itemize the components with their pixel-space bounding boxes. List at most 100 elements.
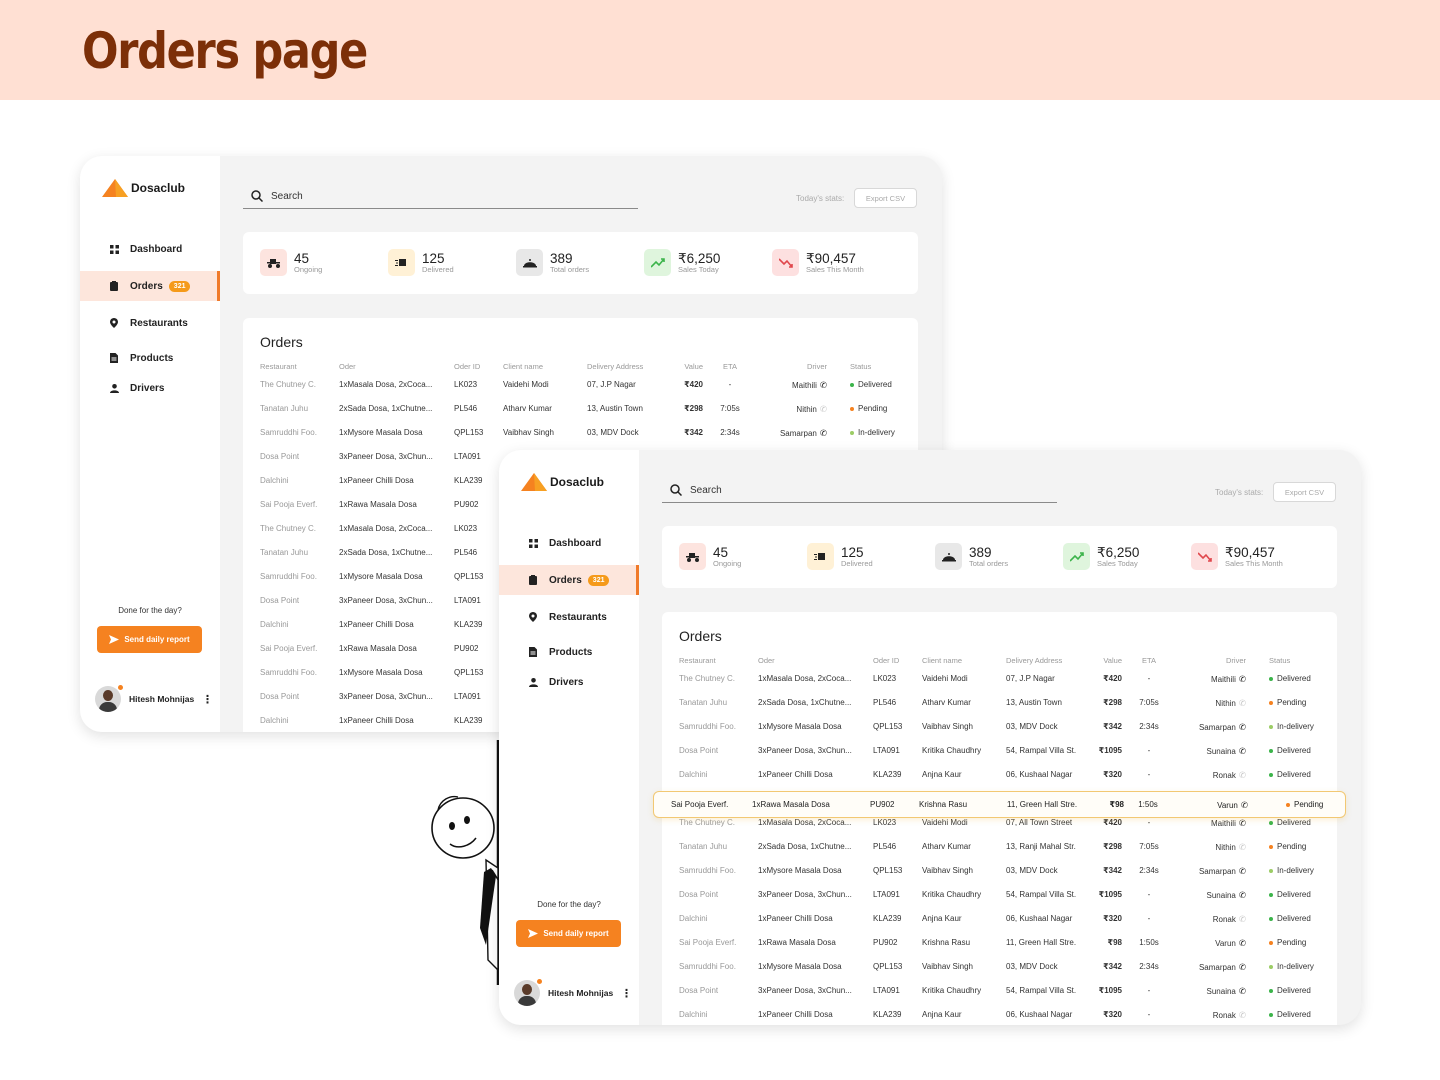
status-dot xyxy=(1269,940,1273,945)
cell-eta: - xyxy=(1147,1010,1151,1019)
search-input[interactable] xyxy=(271,190,571,202)
phone-icon[interactable]: ✆ xyxy=(1239,842,1246,853)
orders-count-badge: 321 xyxy=(587,574,610,586)
send-daily-report-button[interactable]: Send daily report xyxy=(516,920,621,947)
status-dot xyxy=(1286,802,1290,807)
cell-address: 07, J.P Nagar xyxy=(1006,674,1055,683)
cell-driver: Nithin ✆ xyxy=(1188,698,1246,709)
sidebar-item-dashboard[interactable]: Dashboard xyxy=(499,528,639,558)
cell-id: LTA091 xyxy=(454,452,481,461)
brand-logo[interactable]: Dosaclub xyxy=(102,178,185,198)
table-row[interactable]: Tanatan Juhu 2xSada Dosa, 1xChutne... PL54… xyxy=(662,691,1337,715)
phone-icon[interactable]: ✆ xyxy=(1239,1010,1246,1021)
stat-item: 389 Total orders xyxy=(935,543,1008,570)
phone-icon[interactable]: ✆ xyxy=(1239,818,1246,829)
phone-icon[interactable]: ✆ xyxy=(1239,698,1246,709)
cell-id: LTA091 xyxy=(873,746,900,755)
sidebar-nav: Dashboard Orders 321 Restaurants Product… xyxy=(80,232,220,403)
phone-icon[interactable]: ✆ xyxy=(1239,770,1246,781)
table-row[interactable]: Tanatan Juhu 2xSada Dosa, 1xChutne... PL54… xyxy=(662,835,1337,859)
user-profile[interactable]: Hitesh Mohnijas ⋮ xyxy=(514,979,632,1006)
status-label: Pending xyxy=(1277,938,1307,947)
cell-value: ₹320 xyxy=(1103,770,1122,779)
table-row[interactable]: Samruddhi Foo. 1xMysore Masala Dosa QPL153… xyxy=(662,715,1337,739)
phone-icon[interactable]: ✆ xyxy=(1239,890,1246,901)
cell-client: Vaibhav Singh xyxy=(922,962,973,971)
sidebar-item-restaurants[interactable]: Restaurants xyxy=(499,602,639,632)
cell-restaurant: The Chutney C. xyxy=(260,380,317,389)
cell-client: Krishna Rasu xyxy=(919,800,968,809)
status-label: Delivered xyxy=(1277,674,1311,683)
stat-text: ₹90,457 Sales This Month xyxy=(1225,545,1283,567)
status-label: Delivered xyxy=(1277,1010,1311,1019)
brand-name: Dosaclub xyxy=(550,475,605,489)
phone-icon[interactable]: ✆ xyxy=(1239,746,1246,757)
stats-card: 45 Ongoing 125 Delivered 389 Total orders ₹6,2… xyxy=(662,526,1337,588)
table-row[interactable]: Tanatan Juhu 2xSada Dosa, 1xChutne... PL54… xyxy=(243,397,918,421)
highlighted-order-row[interactable]: Sai Pooja Everf. 1xRawa Masala Dosa PU90… xyxy=(653,791,1346,818)
status-label: In-delivery xyxy=(1277,722,1314,731)
brand-logo[interactable]: Dosaclub xyxy=(521,472,604,492)
more-options-icon[interactable]: ⋮ xyxy=(621,987,632,1000)
cell-address: 54, Rampal Villa St. xyxy=(1006,746,1077,755)
driver-name: Samarpan xyxy=(1198,867,1236,876)
table-row[interactable]: Dosa Point 3xPaneer Dosa, 3xChun... LTA091… xyxy=(662,883,1337,907)
column-header: Value xyxy=(684,362,703,371)
sidebar-item-products[interactable]: Products xyxy=(499,637,639,667)
orders-heading: Orders xyxy=(679,628,722,644)
phone-icon[interactable]: ✆ xyxy=(820,380,827,391)
phone-icon[interactable]: ✆ xyxy=(1239,674,1246,685)
sidebar-nav: Dashboard Orders 321 Restaurants Product… xyxy=(499,526,639,697)
table-row[interactable]: Samruddhi Foo. 1xMysore Masala Dosa QPL153… xyxy=(243,421,918,445)
sidebar-item-drivers[interactable]: Drivers xyxy=(80,373,220,403)
send-daily-report-button[interactable]: Send daily report xyxy=(97,626,202,653)
cell-address: 54, Rampal Villa St. xyxy=(1006,986,1077,995)
sidebar-item-products[interactable]: Products xyxy=(80,343,220,373)
cell-client: Vaidehi Modi xyxy=(503,380,549,389)
sidebar-item-drivers[interactable]: Drivers xyxy=(499,667,639,697)
table-row[interactable]: The Chutney C. 1xMasala Dosa, 2xCoca... LK… xyxy=(243,373,918,397)
phone-icon[interactable]: ✆ xyxy=(1239,986,1246,997)
scooter-icon xyxy=(679,543,706,570)
cell-client: Atharv Kumar xyxy=(503,404,552,413)
table-row[interactable]: Dosa Point 3xPaneer Dosa, 3xChun... LTA091… xyxy=(662,739,1337,763)
more-options-icon[interactable]: ⋮ xyxy=(202,693,213,706)
cell-client: Anjna Kaur xyxy=(922,770,962,779)
cell-client: Vaibhav Singh xyxy=(503,428,554,437)
search-input[interactable] xyxy=(690,484,990,496)
table-row[interactable]: Samruddhi Foo. 1xMysore Masala Dosa QPL153… xyxy=(662,859,1337,883)
sidebar-item-orders[interactable]: Orders 321 xyxy=(80,271,220,301)
phone-icon[interactable]: ✆ xyxy=(1239,962,1246,973)
sidebar-item-dashboard[interactable]: Dashboard xyxy=(80,234,220,264)
cell-driver: Nithin ✆ xyxy=(769,404,827,415)
phone-icon[interactable]: ✆ xyxy=(820,428,827,439)
cell-eta: 7:05s xyxy=(720,404,740,413)
phone-icon[interactable]: ✆ xyxy=(1239,914,1246,925)
cloche-icon xyxy=(516,249,543,276)
status-dot xyxy=(1269,916,1273,921)
cell-status: Pending xyxy=(1269,698,1334,707)
status-label: In-delivery xyxy=(1277,962,1314,971)
cell-status: Delivered xyxy=(1269,1010,1334,1019)
phone-icon[interactable]: ✆ xyxy=(1239,722,1246,733)
cell-order: 1xPaneer Chilli Dosa xyxy=(339,476,414,485)
table-row[interactable]: Dalchini 1xPaneer Chilli Dosa KLA239 Anjna … xyxy=(662,907,1337,931)
table-row[interactable]: Dosa Point 3xPaneer Dosa, 3xChun... LTA091… xyxy=(662,979,1337,1003)
user-profile[interactable]: Hitesh Mohnijas ⋮ xyxy=(95,685,213,712)
phone-icon[interactable]: ✆ xyxy=(1239,866,1246,877)
export-csv-button[interactable]: Export CSV xyxy=(1273,482,1336,502)
table-row[interactable]: Dalchini 1xPaneer Chilli Dosa KLA239 Anjna … xyxy=(662,763,1337,787)
cell-client: Vaidehi Modi xyxy=(922,818,968,827)
table-row[interactable]: Dalchini 1xPaneer Chilli Dosa KLA239 Anjna … xyxy=(662,1003,1337,1025)
cell-status: Delivered xyxy=(1269,746,1334,755)
phone-icon[interactable]: ✆ xyxy=(820,404,827,415)
sidebar-item-restaurants[interactable]: Restaurants xyxy=(80,308,220,338)
export-csv-button[interactable]: Export CSV xyxy=(854,188,917,208)
status-dot xyxy=(1269,844,1273,849)
phone-icon[interactable]: ✆ xyxy=(1239,938,1246,949)
table-row[interactable]: Samruddhi Foo. 1xMysore Masala Dosa QPL153… xyxy=(662,955,1337,979)
phone-icon[interactable]: ✆ xyxy=(1241,800,1248,811)
table-row[interactable]: The Chutney C. 1xMasala Dosa, 2xCoca... LK… xyxy=(662,667,1337,691)
sidebar-item-orders[interactable]: Orders 321 xyxy=(499,565,639,595)
table-row[interactable]: Sai Pooja Everf. 1xRawa Masala Dosa PU902 K… xyxy=(662,931,1337,955)
